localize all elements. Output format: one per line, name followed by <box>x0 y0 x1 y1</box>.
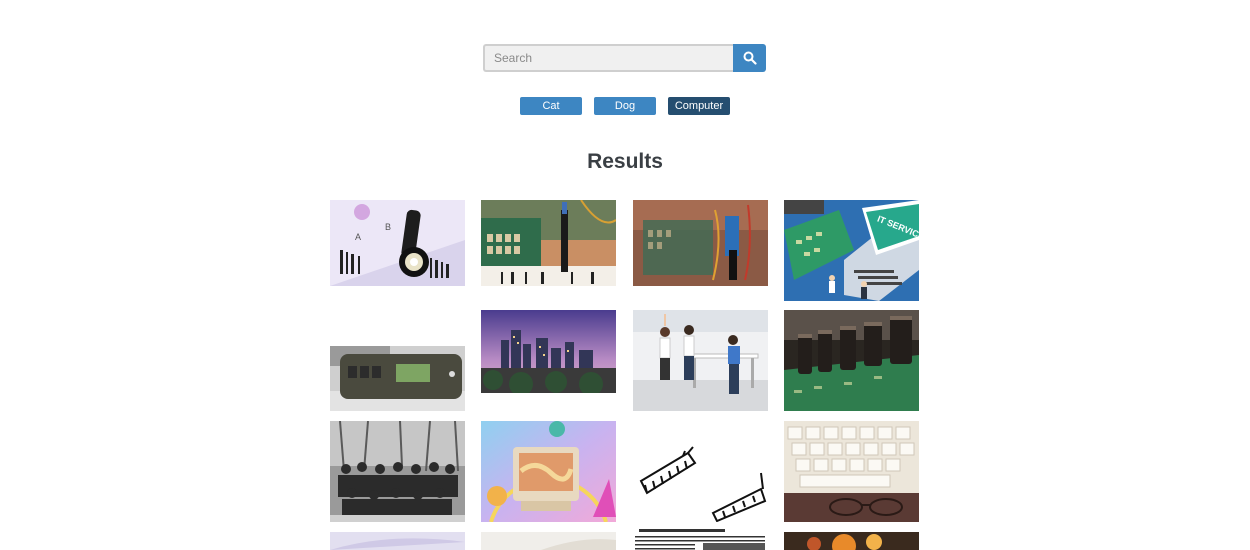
results-title: Results <box>587 150 663 173</box>
result-image-partial-2[interactable] <box>481 532 616 550</box>
result-image-flashlight-barcode[interactable]: A B <box>330 200 465 286</box>
filter-dog-button[interactable]: Dog <box>594 97 656 115</box>
filter-cat-button[interactable]: Cat <box>520 97 582 115</box>
result-image-it-service-illustration[interactable]: IT SERVICE <box>784 200 919 301</box>
result-image-city-skyline[interactable] <box>481 310 616 393</box>
search-button[interactable] <box>733 44 766 72</box>
result-image-keyboard-glasses[interactable] <box>784 421 919 522</box>
search-icon <box>743 51 757 65</box>
result-image-partial-1[interactable] <box>330 532 465 550</box>
svg-text:A: A <box>355 232 361 242</box>
category-filters: Cat Dog Computer <box>0 97 1250 115</box>
result-image-newspaper-text[interactable] <box>633 528 768 550</box>
svg-text:B: B <box>385 222 391 232</box>
result-image-retro-computer-art[interactable] <box>481 421 616 522</box>
search-input[interactable] <box>483 44 734 72</box>
result-image-connector-sketch[interactable] <box>633 421 768 522</box>
result-image-capacitors-board[interactable] <box>784 310 919 411</box>
result-image-partial-4[interactable] <box>784 532 919 550</box>
result-image-office-yoga[interactable] <box>633 310 768 411</box>
filter-computer-button[interactable]: Computer <box>668 97 730 115</box>
result-image-group-photo-bw[interactable] <box>330 421 465 522</box>
search-bar <box>483 44 766 72</box>
result-image-circuit-board-probe[interactable] <box>481 200 616 286</box>
result-image-arduino-board[interactable] <box>633 200 768 286</box>
result-image-handheld-device[interactable] <box>330 346 465 411</box>
